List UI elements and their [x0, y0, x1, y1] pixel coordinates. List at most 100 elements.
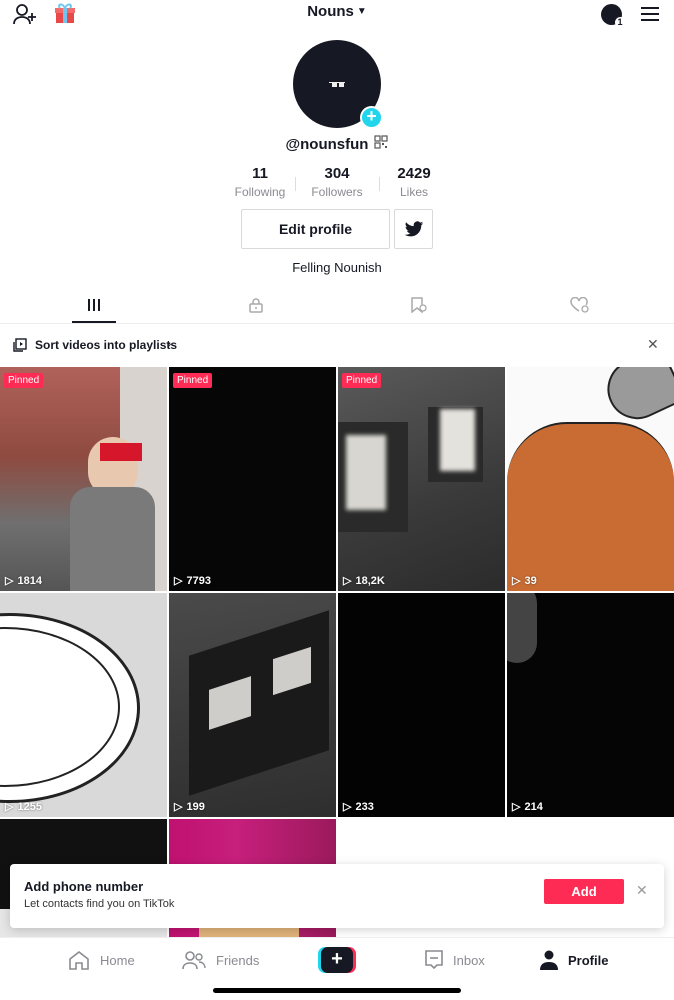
followers-label: Followers: [311, 185, 363, 199]
grid-icon: [88, 299, 100, 311]
nav-friends-label: Friends: [216, 952, 260, 968]
playlist-icon: [13, 338, 27, 357]
tab-liked[interactable]: [496, 286, 664, 324]
pinned-badge: Pinned: [173, 373, 213, 388]
video-tile[interactable]: ▷ 214: [507, 593, 674, 817]
stat-followers[interactable]: 304 Followers: [299, 165, 375, 199]
video-tile[interactable]: ▷ 199: [169, 593, 336, 817]
stat-divider: [295, 177, 296, 191]
chevron-right-icon: ›: [167, 336, 172, 351]
home-icon: [69, 950, 89, 970]
create-button[interactable]: +: [318, 947, 356, 973]
video-tile[interactable]: Pinned ▷ 1814: [0, 367, 167, 591]
view-count-value: 1255: [17, 800, 42, 813]
plus-icon: +: [321, 947, 353, 973]
play-icon: ▷: [343, 575, 352, 587]
add-phone-button[interactable]: Add: [544, 879, 624, 904]
notification-count: 1: [614, 16, 626, 28]
nav-home[interactable]: Home: [68, 950, 135, 970]
twitter-icon: [404, 220, 423, 236]
tile-image-detail: [507, 422, 674, 591]
friends-icon: [182, 951, 206, 970]
toast-subtitle: Let contacts find you on TikTok: [24, 898, 175, 910]
view-count: ▷ 18,2K: [343, 574, 385, 588]
pinned-badge: Pinned: [342, 373, 382, 388]
bookmark-icon: [411, 297, 427, 313]
view-count-value: 39: [524, 574, 537, 587]
video-tile[interactable]: Pinned ▷ 7793: [169, 367, 336, 591]
play-icon: ▷: [343, 801, 352, 813]
liked-heart-icon: [570, 297, 589, 313]
view-count-value: 233: [355, 800, 374, 813]
tile-image-detail: [440, 409, 475, 471]
view-count: ▷ 7793: [174, 574, 211, 588]
likes-label: Likes: [399, 185, 428, 199]
tab-favorites[interactable]: [334, 286, 502, 324]
following-count: 11: [252, 165, 268, 182]
following-label: Following: [234, 185, 286, 199]
view-count: ▷ 1255: [5, 800, 42, 814]
view-count: ▷ 214: [512, 800, 543, 814]
view-count: ▷ 233: [343, 800, 374, 814]
add-phone-toast: Add phone number Let contacts find you o…: [10, 864, 664, 928]
top-bar: Nouns ▼ 1: [0, 0, 674, 28]
home-indicator[interactable]: [213, 988, 461, 993]
lock-icon: [249, 298, 263, 313]
view-count: ▷ 199: [174, 800, 205, 814]
sort-playlists-label: Sort videos into playlists: [35, 338, 178, 352]
sort-playlists-bar[interactable]: Sort videos into playlists › ✕: [0, 330, 674, 360]
close-icon[interactable]: ✕: [647, 336, 659, 353]
tile-image-detail: [346, 435, 386, 510]
add-photo-icon[interactable]: +: [360, 106, 383, 129]
toast-title: Add phone number: [24, 879, 144, 894]
profile-stats: 11 Following 304 Followers 2429 Likes: [222, 165, 452, 199]
nav-profile[interactable]: Profile: [540, 950, 608, 970]
play-icon: ▷: [5, 801, 14, 813]
view-count: ▷ 39: [512, 574, 537, 588]
view-count-value: 1814: [17, 574, 42, 587]
video-tile[interactable]: ▷ 39: [507, 367, 674, 591]
view-count-value: 199: [186, 800, 205, 813]
tab-videos[interactable]: [10, 286, 178, 324]
inbox-icon: [425, 950, 443, 970]
profile-tabs: [0, 286, 674, 324]
profile-icon: [540, 950, 558, 970]
username: @nounsfun: [285, 136, 369, 153]
play-icon: ▷: [174, 575, 183, 587]
profile-bio: Felling Nounish: [292, 260, 382, 275]
account-avatar-small[interactable]: 1: [598, 2, 626, 28]
edit-profile-button[interactable]: Edit profile: [241, 209, 390, 249]
tab-private[interactable]: [172, 286, 340, 324]
likes-count: 2429: [397, 165, 431, 182]
close-icon[interactable]: ✕: [636, 882, 648, 899]
play-icon: ▷: [512, 575, 521, 587]
view-count-value: 18,2K: [355, 574, 385, 587]
nav-friends[interactable]: Friends: [182, 950, 259, 970]
video-tile[interactable]: ▷ 1255: [0, 593, 167, 817]
followers-count: 304: [324, 165, 350, 182]
view-count: ▷ 1814: [5, 574, 42, 588]
qr-code-icon[interactable]: [374, 135, 389, 154]
view-count-value: 214: [524, 800, 543, 813]
nav-home-label: Home: [100, 952, 135, 968]
stat-following[interactable]: 11 Following: [222, 165, 298, 199]
account-switcher[interactable]: Nouns ▼: [0, 3, 674, 20]
nav-inbox-label: Inbox: [453, 952, 485, 968]
play-icon: ▷: [174, 801, 183, 813]
noggles-icon: [329, 82, 345, 87]
pinned-badge: Pinned: [4, 373, 44, 388]
nav-inbox[interactable]: Inbox: [425, 950, 485, 970]
play-icon: ▷: [512, 801, 521, 813]
chevron-down-icon: ▼: [356, 6, 367, 17]
menu-icon[interactable]: [638, 3, 662, 25]
twitter-button[interactable]: [394, 209, 433, 249]
tile-image-detail: [70, 487, 155, 591]
tile-image-detail: [100, 443, 142, 461]
tile-image-detail: [597, 367, 674, 429]
stat-divider: [379, 177, 380, 191]
stat-likes[interactable]: 2429 Likes: [376, 165, 452, 199]
active-tab-indicator: [72, 321, 116, 323]
video-tile[interactable]: Pinned ▷ 18,2K: [338, 367, 505, 591]
account-name: Nouns: [307, 3, 354, 20]
video-tile[interactable]: ▷ 233: [338, 593, 505, 817]
